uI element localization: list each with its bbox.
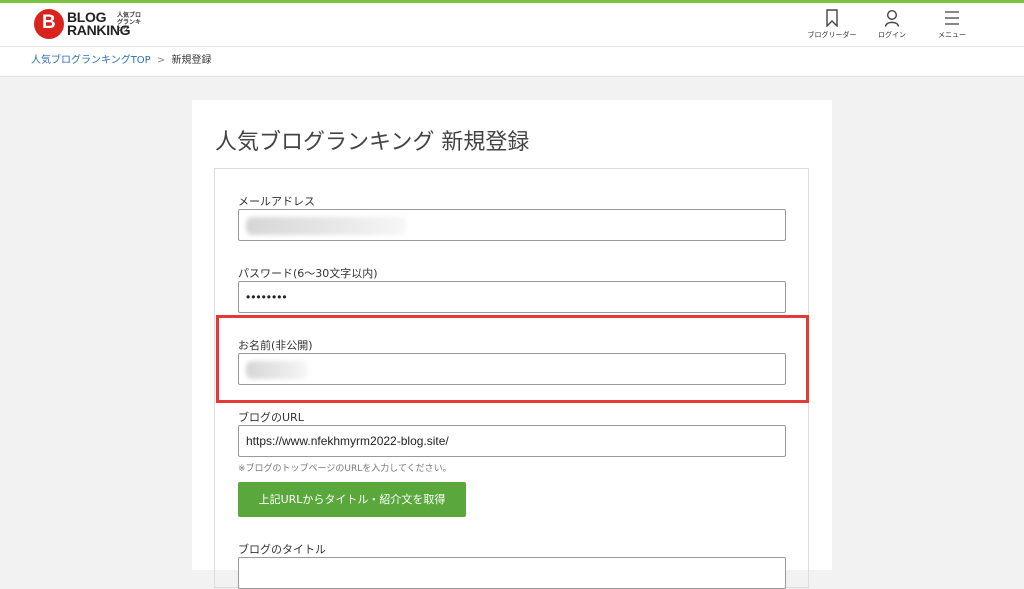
nav-login-label: ログイン [878,31,906,39]
nav-blog-reader-label: ブログリーダー [807,31,857,39]
name-label: お名前(非公開) [238,339,313,352]
breadcrumb-home-link[interactable]: 人気ブログランキングTOP [31,55,151,66]
registration-form: メールアドレス パスワード(6〜30文字以内) •••••••• お名前(非公開… [214,168,809,589]
site-header: BLOG RANKING 人気ブログランキング ブログリーダー ログイン メニ [0,3,1024,47]
breadcrumb: 人気ブログランキングTOP > 新規登録 [0,47,1024,77]
password-label: パスワード(6〜30文字以内) [238,267,378,280]
hamburger-menu-icon [945,11,959,25]
name-blurred-value [246,360,308,379]
email-label: メールアドレス [238,195,315,208]
blog-url-field[interactable]: https://www.nfekhmyrm2022-blog.site/ [238,425,786,457]
email-field[interactable] [238,209,786,241]
page-title: 人気ブログランキング 新規登録 [215,130,530,155]
logo-mark-icon [34,9,64,39]
header-nav: ブログリーダー ログイン メニュー [802,9,982,40]
nav-menu[interactable]: メニュー [922,9,982,40]
breadcrumb-current: 新規登録 [171,55,212,66]
blog-title-field[interactable] [238,557,786,589]
fetch-title-button[interactable]: 上記URLからタイトル・紹介文を取得 [238,482,466,517]
blog-url-hint: ※ブログのトップページのURLを入力してください。 [238,464,452,474]
email-blurred-value [246,216,406,235]
breadcrumb-separator: > [156,55,166,66]
nav-menu-label: メニュー [938,31,966,39]
blog-title-label: ブログのタイトル [238,543,326,556]
logo-subtext: 人気ブログランキング [117,12,142,33]
password-field[interactable]: •••••••• [238,281,786,313]
site-logo[interactable]: BLOG RANKING 人気ブログランキング [34,9,141,39]
nav-login[interactable]: ログイン [862,9,922,40]
registration-card: 人気ブログランキング 新規登録 メールアドレス パスワード(6〜30文字以内) … [192,100,832,589]
user-icon [884,9,900,27]
bookmark-icon [826,9,838,27]
nav-blog-reader[interactable]: ブログリーダー [802,9,862,40]
name-field[interactable] [238,353,786,385]
blog-url-label: ブログのURL [238,411,304,424]
